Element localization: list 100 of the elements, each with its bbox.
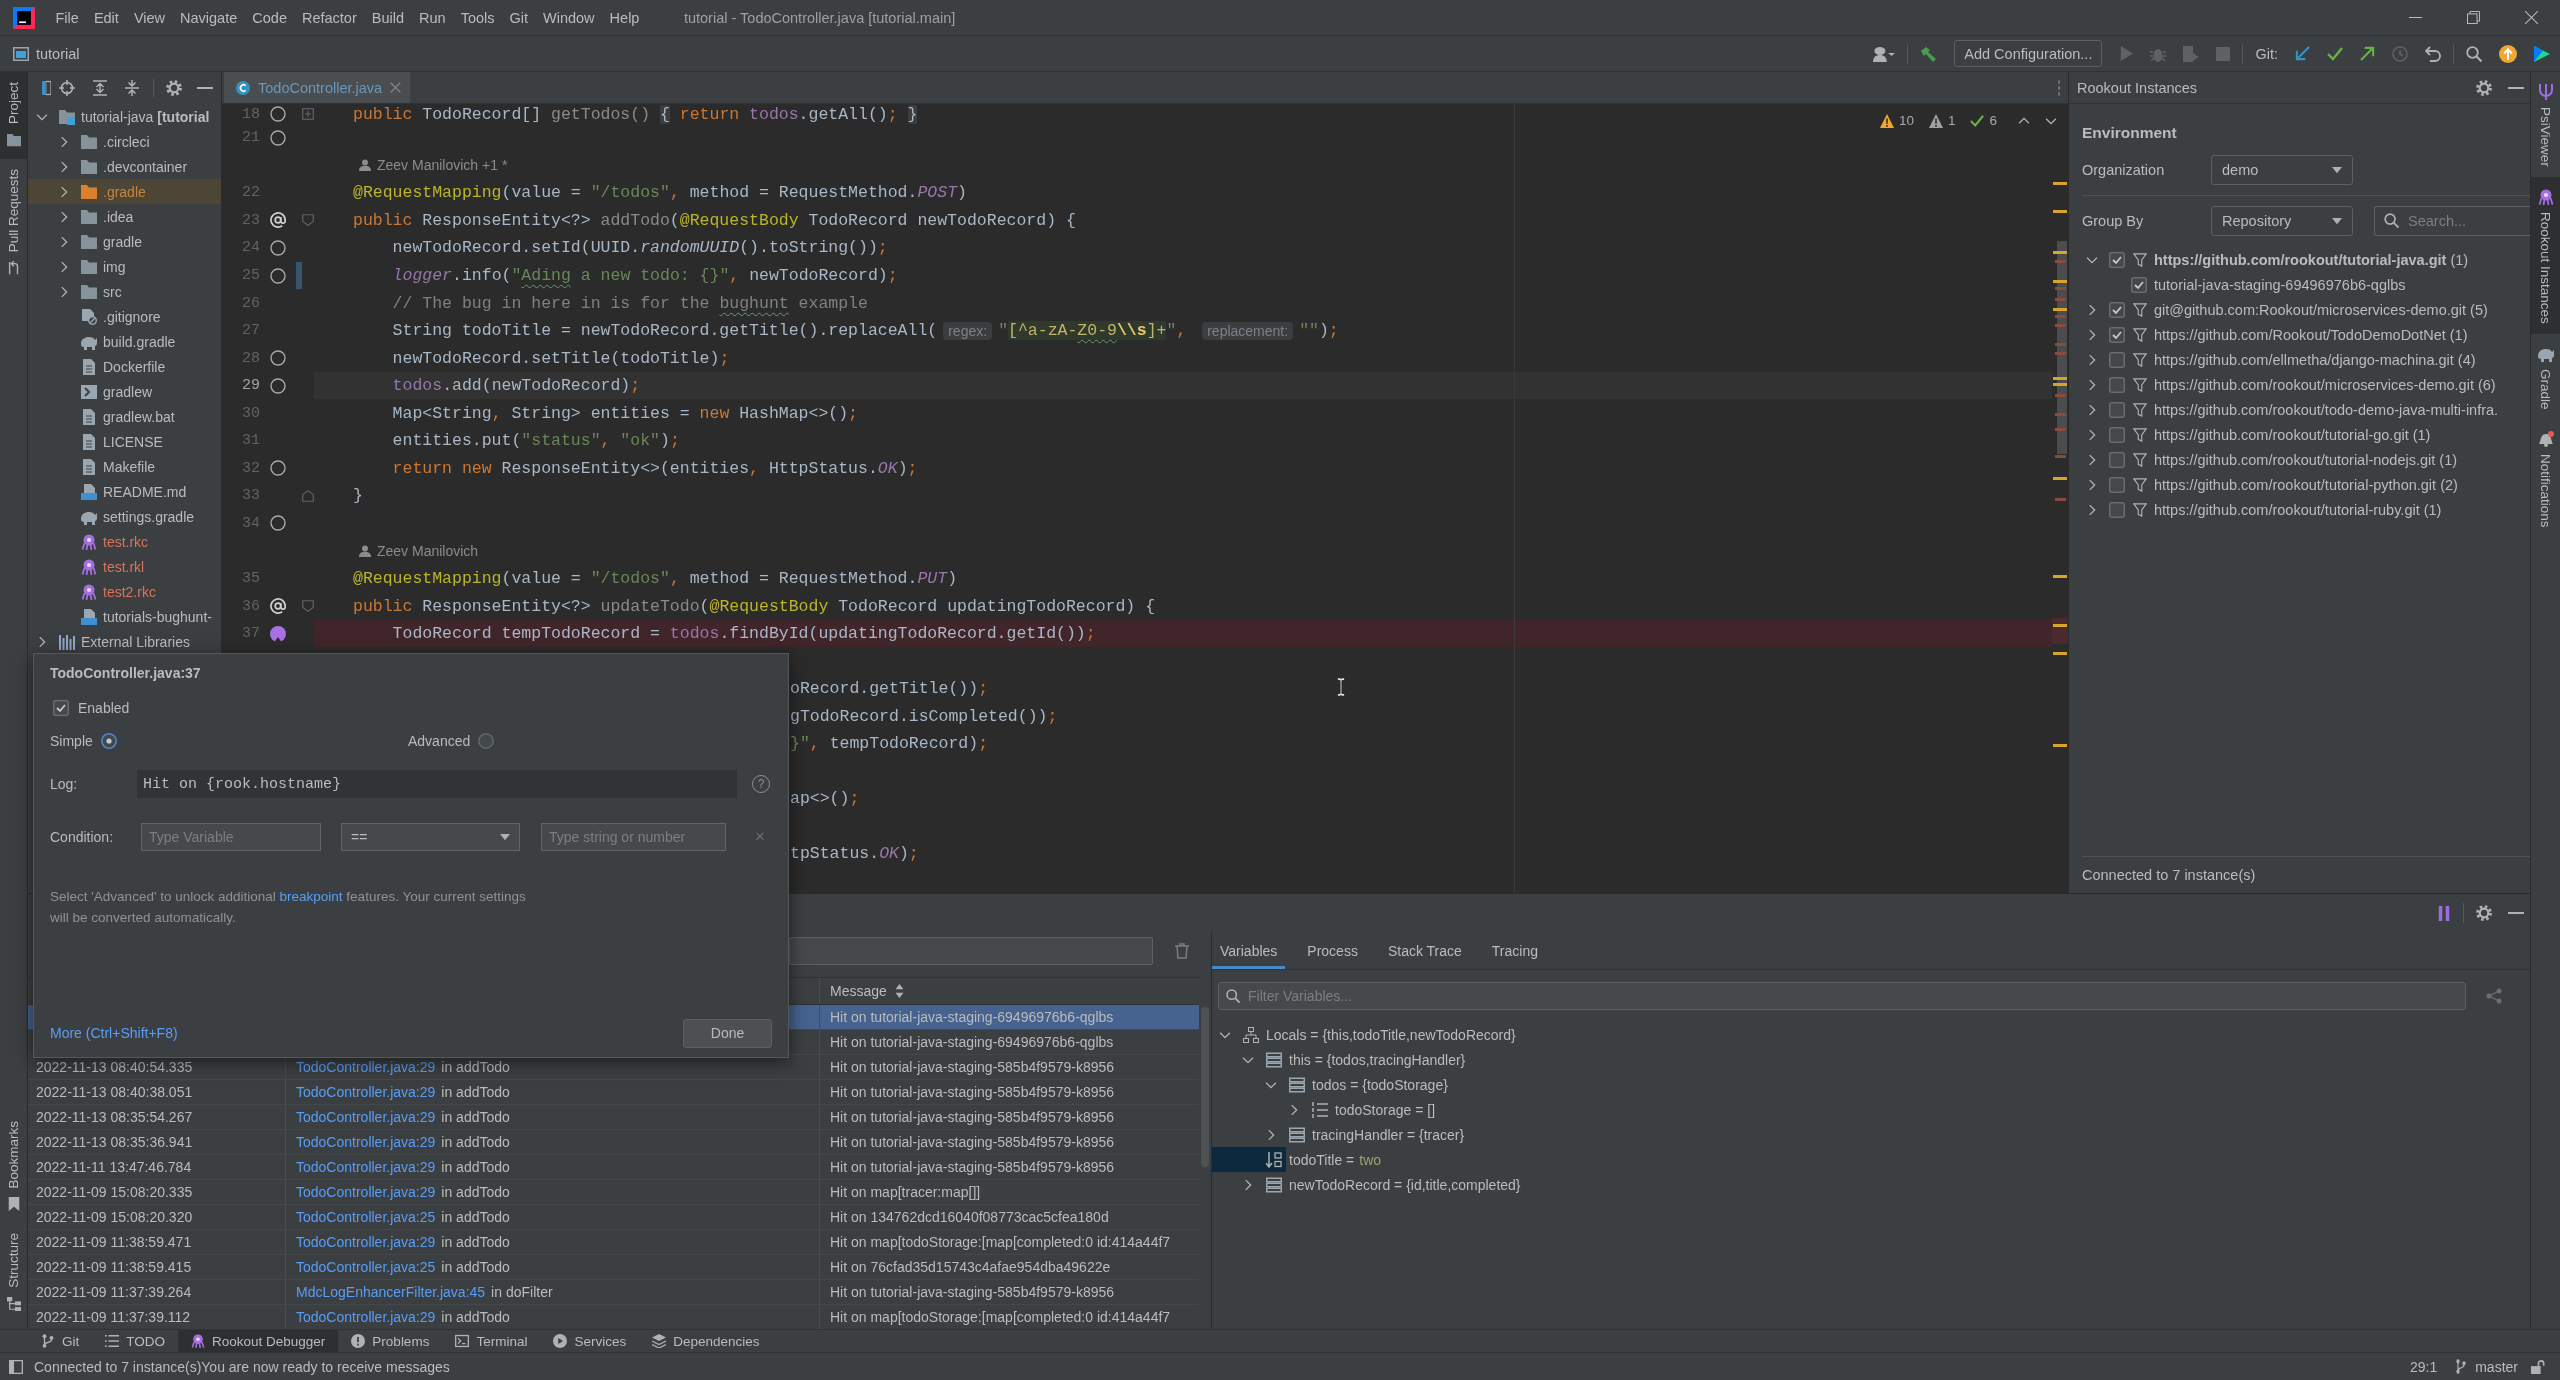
tree-item[interactable]: gradle [28, 229, 221, 254]
chevron-right-icon[interactable] [1288, 1103, 1300, 1116]
variable-field[interactable]: Type Variable [141, 823, 321, 851]
log-row[interactable]: 2022-11-09 15:08:20.335 TodoController.java:29 in addTodo Hit on map[tracer:map[]] [28, 1180, 1199, 1205]
chevron-right-icon[interactable] [58, 260, 70, 273]
filter-icon[interactable] [2133, 402, 2147, 417]
log-row[interactable]: 2022-11-09 11:38:59.415 TodoController.java:25 in addTodo Hit on 76cfad35d15743c4afae954dba49622e [28, 1255, 1199, 1280]
log-row[interactable]: 2022-11-11 13:47:46.784 TodoController.java:29 in addTodo Hit on tutorial-java-staging-585b4f9579-k8956 [28, 1155, 1199, 1180]
variable-row[interactable]: Locals = {this,todoTitle,newTodoRecord} [1212, 1022, 2530, 1047]
tree-item[interactable]: README.md [28, 479, 221, 504]
chevron-right-icon[interactable] [1265, 1128, 1277, 1141]
chevron-right-icon[interactable] [2086, 328, 2098, 341]
tree-item[interactable]: .idea [28, 204, 221, 229]
panel-toggle-icon[interactable] [42, 80, 51, 96]
tree-item[interactable]: .gitignore [28, 304, 221, 329]
change-marker[interactable] [296, 261, 302, 290]
filter-icon[interactable] [2133, 477, 2147, 492]
tree-item[interactable]: build.gradle [28, 329, 221, 354]
menu-item[interactable]: Window [535, 0, 603, 36]
repository-name[interactable]: https://github.com/rookout/tutorial-java.git (1) [2154, 251, 2469, 268]
menu-item[interactable]: Tools [453, 0, 502, 36]
variable-row[interactable]: this = {todos,tracingHandler} [1212, 1047, 2530, 1072]
menu-item[interactable]: View [126, 0, 173, 36]
chevron-right-icon[interactable] [2086, 478, 2098, 491]
tool-window-tab[interactable]: Structure [0, 1223, 27, 1329]
tree-item[interactable]: gradlew [28, 379, 221, 404]
check-icon[interactable] [1970, 113, 1985, 128]
tree-item[interactable]: LICENSE [28, 429, 221, 454]
pause-icon[interactable] [2437, 905, 2451, 921]
file-link[interactable]: TodoController.java:29 [296, 1234, 436, 1250]
radio-label[interactable]: Simple [50, 733, 93, 749]
variable-row[interactable]: todos = {todoStorage} [1212, 1072, 2530, 1097]
run-configuration-button[interactable]: Add Configuration... [1954, 40, 2103, 67]
chevron-right-icon[interactable] [2086, 353, 2098, 366]
close-icon[interactable] [2524, 11, 2538, 24]
chevron-right-icon[interactable] [58, 185, 70, 198]
close-icon[interactable] [390, 82, 402, 93]
arrow-up-right-icon[interactable] [2360, 46, 2375, 61]
crosshair-icon[interactable] [59, 80, 75, 96]
chevron-right-icon[interactable] [36, 635, 48, 648]
tree-item[interactable]: test.rkl [28, 554, 221, 579]
warning-triangle-icon[interactable] [1928, 113, 1943, 128]
tree-item[interactable]: .devcontainer [28, 154, 221, 179]
breakpoint-icon[interactable] [270, 625, 286, 642]
ring-icon[interactable] [270, 350, 286, 367]
file-link[interactable]: TodoController.java:29 [296, 1084, 436, 1100]
ring-icon[interactable] [270, 239, 286, 256]
tab[interactable]: Stack Trace [1379, 932, 1470, 969]
tool-window-tab[interactable]: TODO [92, 1330, 179, 1352]
repository-name[interactable]: https://github.com/rookout/tutorial-nodejs.git (1) [2154, 451, 2458, 468]
checkbox[interactable] [53, 700, 69, 716]
chevron-right-icon[interactable] [58, 160, 70, 173]
ring-icon[interactable] [270, 377, 286, 394]
file-link[interactable]: TodoController.java:25 [296, 1209, 436, 1225]
caret-position[interactable]: 29:1 [2409, 1358, 2438, 1375]
author-hint[interactable]: Zeev Manilovich +1 * [377, 157, 508, 174]
ring-icon[interactable] [270, 129, 286, 146]
variable-row[interactable]: todoStorage = [] [1212, 1097, 2530, 1122]
menu-item[interactable]: File [48, 0, 87, 36]
menu-item[interactable]: Run [411, 0, 454, 36]
tree-item[interactable]: src [28, 279, 221, 304]
tool-window-tab[interactable]: Terminal [442, 1330, 541, 1352]
ring-icon[interactable] [270, 106, 286, 122]
tool-window-tab[interactable]: Gradle [2531, 333, 2560, 420]
tool-window-tab[interactable]: Notifications [2531, 419, 2560, 538]
tool-window-tab[interactable]: Services [540, 1330, 640, 1352]
tree-item[interactable]: .gradle [28, 179, 221, 204]
gear-icon[interactable] [166, 80, 182, 96]
inspection-count[interactable]: 10 [1898, 113, 1914, 128]
tool-window-tab[interactable]: Project [0, 72, 27, 160]
chevron-right-icon[interactable] [2086, 453, 2098, 466]
ring-icon[interactable] [270, 267, 286, 284]
radio-label[interactable]: Advanced [408, 733, 471, 749]
panel-toggle-icon[interactable] [9, 1359, 23, 1374]
checkbox[interactable] [2109, 476, 2125, 493]
tree-item[interactable]: Dockerfile [28, 354, 221, 379]
file-link[interactable]: TodoController.java:29 [296, 1109, 436, 1125]
tool-window-tab[interactable]: Git [28, 1330, 93, 1352]
file-link[interactable]: TodoController.java:29 [296, 1159, 436, 1175]
organization-dropdown[interactable]: demo [2211, 155, 2353, 185]
menu-item[interactable]: Build [364, 0, 412, 36]
hammer-icon[interactable] [1920, 45, 1937, 62]
log-field[interactable]: Hit on {rook.hostname} [137, 770, 737, 798]
tool-window-tab[interactable]: Dependencies [639, 1330, 773, 1352]
tree-item[interactable]: settings.gradle [28, 504, 221, 529]
file-link[interactable]: TodoController.java:29 [296, 1309, 436, 1325]
filter-icon[interactable] [2133, 377, 2147, 392]
search-field[interactable]: Search... [2374, 206, 2530, 236]
fold-start-icon[interactable] [302, 214, 314, 227]
checkbox[interactable] [2109, 376, 2125, 393]
file-link[interactable]: TodoController.java:29 [296, 1134, 436, 1150]
chevron-right-icon[interactable] [1242, 1178, 1254, 1191]
filter-icon[interactable] [2133, 352, 2147, 367]
fold-start-icon[interactable] [302, 600, 314, 613]
tree-item[interactable]: External Libraries [28, 629, 221, 654]
menu-item[interactable]: Navigate [172, 0, 245, 36]
checkbox[interactable] [2109, 351, 2125, 368]
undo-icon[interactable] [2425, 45, 2441, 62]
variable-row[interactable]: newTodoRecord = {id,title,completed} [1212, 1172, 2530, 1197]
file-link[interactable]: TodoController.java:29 [296, 1059, 436, 1075]
